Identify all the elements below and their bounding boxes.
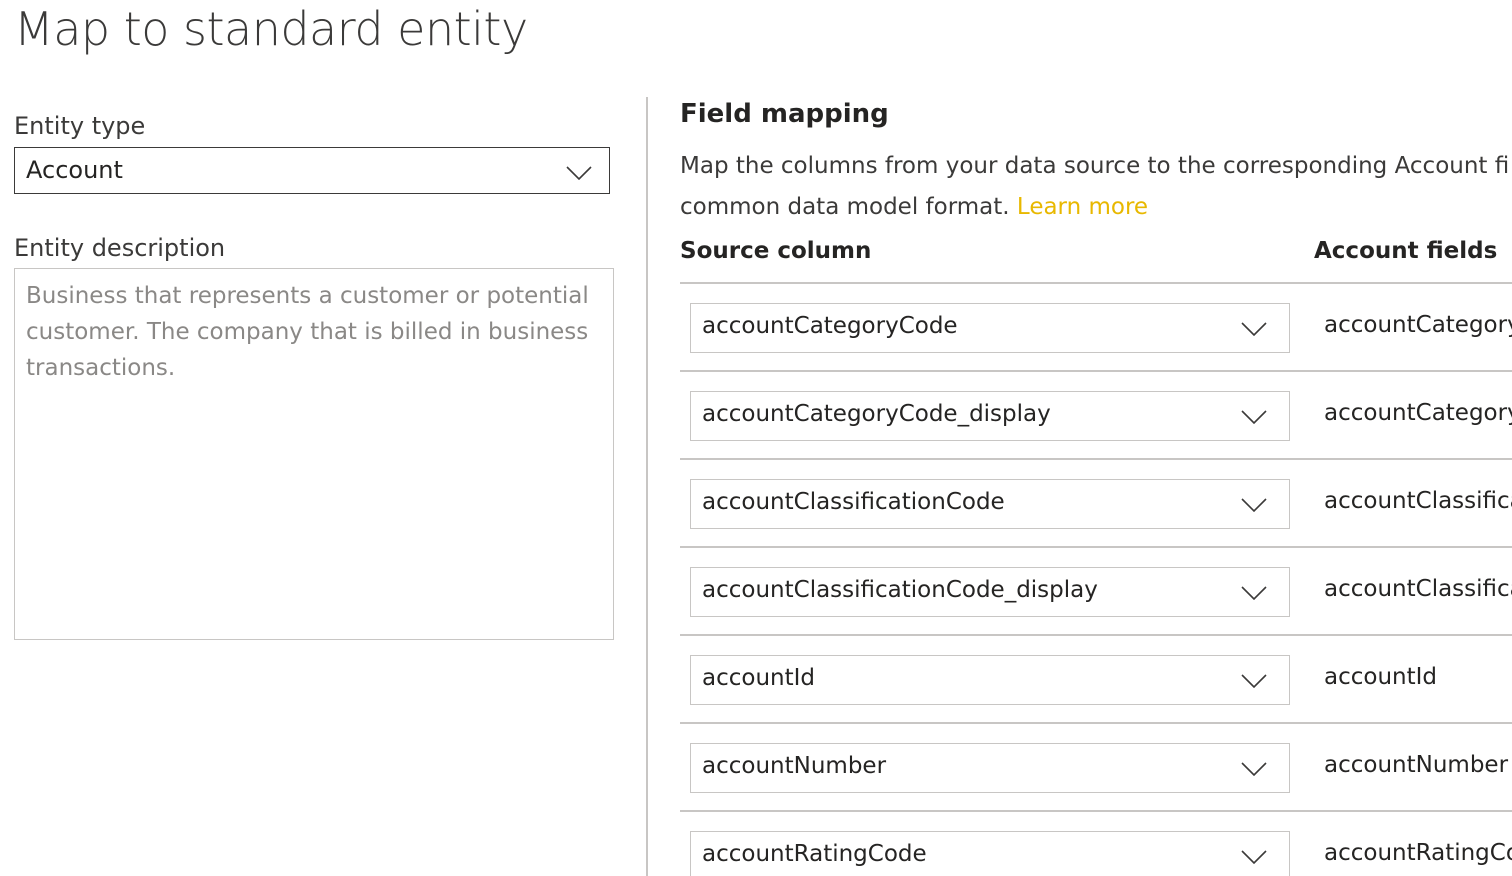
page-title: Map to standard entity — [14, 2, 528, 56]
chevron-down-icon — [1241, 762, 1267, 776]
entity-type-value: Account — [26, 156, 123, 184]
account-field-value: accountId — [1324, 664, 1438, 690]
field-mapping-heading: Field mapping — [680, 99, 889, 129]
entity-description-text: Business that represents a customer or p… — [26, 283, 589, 381]
account-fields-header: Account fields — [1314, 238, 1498, 264]
chevron-down-icon — [1241, 586, 1267, 600]
source-column-value: accountCategoryCode_display — [702, 401, 1051, 427]
chevron-down-icon — [1241, 322, 1267, 336]
source-column-dropdown[interactable]: accountCategoryCode_display — [690, 391, 1290, 441]
account-field-value: accountCategory — [1324, 312, 1512, 338]
account-field-value: accountClassifica — [1324, 488, 1512, 514]
source-column-value: accountClassificationCode — [702, 489, 1005, 515]
account-field-value: accountRatingCo — [1324, 840, 1512, 866]
source-column-dropdown[interactable]: accountClassificationCode_display — [690, 567, 1290, 617]
field-mapping-description-line2: common data model format. — [680, 194, 1010, 220]
entity-type-dropdown[interactable]: Account — [14, 147, 610, 194]
entity-type-label: Entity type — [14, 112, 146, 140]
chevron-down-icon — [1241, 674, 1267, 688]
source-column-header: Source column — [680, 238, 872, 264]
map-to-standard-entity-page: Map to standard entity Entity type Accou… — [0, 0, 1512, 876]
entity-description-label: Entity description — [14, 234, 226, 262]
source-column-dropdown[interactable]: accountClassificationCode — [690, 479, 1290, 529]
source-column-value: accountNumber — [702, 753, 887, 779]
learn-more-link[interactable]: Learn more — [1017, 194, 1148, 220]
panel-divider — [646, 97, 648, 876]
source-column-dropdown[interactable]: accountId — [690, 655, 1290, 705]
mapping-row: accountCategoryCode_display accountCatego… — [680, 372, 1512, 460]
chevron-down-icon — [566, 166, 592, 180]
chevron-down-icon — [1241, 850, 1267, 864]
entity-description-textarea[interactable]: Business that represents a customer or p… — [14, 268, 614, 640]
chevron-down-icon — [1241, 498, 1267, 512]
source-column-dropdown[interactable]: accountCategoryCode — [690, 303, 1290, 353]
source-column-value: accountId — [702, 665, 816, 691]
mapping-row: accountClassificationCode_display account… — [680, 548, 1512, 636]
source-column-value: accountClassificationCode_display — [702, 577, 1098, 603]
account-field-value: accountClassifica — [1324, 576, 1512, 602]
mapping-row: accountNumber accountNumber — [680, 724, 1512, 812]
account-field-value: accountCategory — [1324, 400, 1512, 426]
account-field-value: accountNumber — [1324, 752, 1509, 778]
mapping-row: accountCategoryCode accountCategory — [680, 284, 1512, 372]
mapping-row: accountRatingCode accountRatingCo — [680, 812, 1512, 876]
mapping-row: accountClassificationCode accountClassifi… — [680, 460, 1512, 548]
source-column-value: accountRatingCode — [702, 841, 927, 867]
mapping-row: accountId accountId — [680, 636, 1512, 724]
chevron-down-icon — [1241, 410, 1267, 424]
source-column-dropdown[interactable]: accountNumber — [690, 743, 1290, 793]
field-mapping-description: Map the columns from your data source to… — [680, 146, 1512, 228]
field-mapping-description-line1: Map the columns from your data source to… — [680, 153, 1510, 179]
source-column-dropdown[interactable]: accountRatingCode — [690, 831, 1290, 876]
source-column-value: accountCategoryCode — [702, 313, 958, 339]
